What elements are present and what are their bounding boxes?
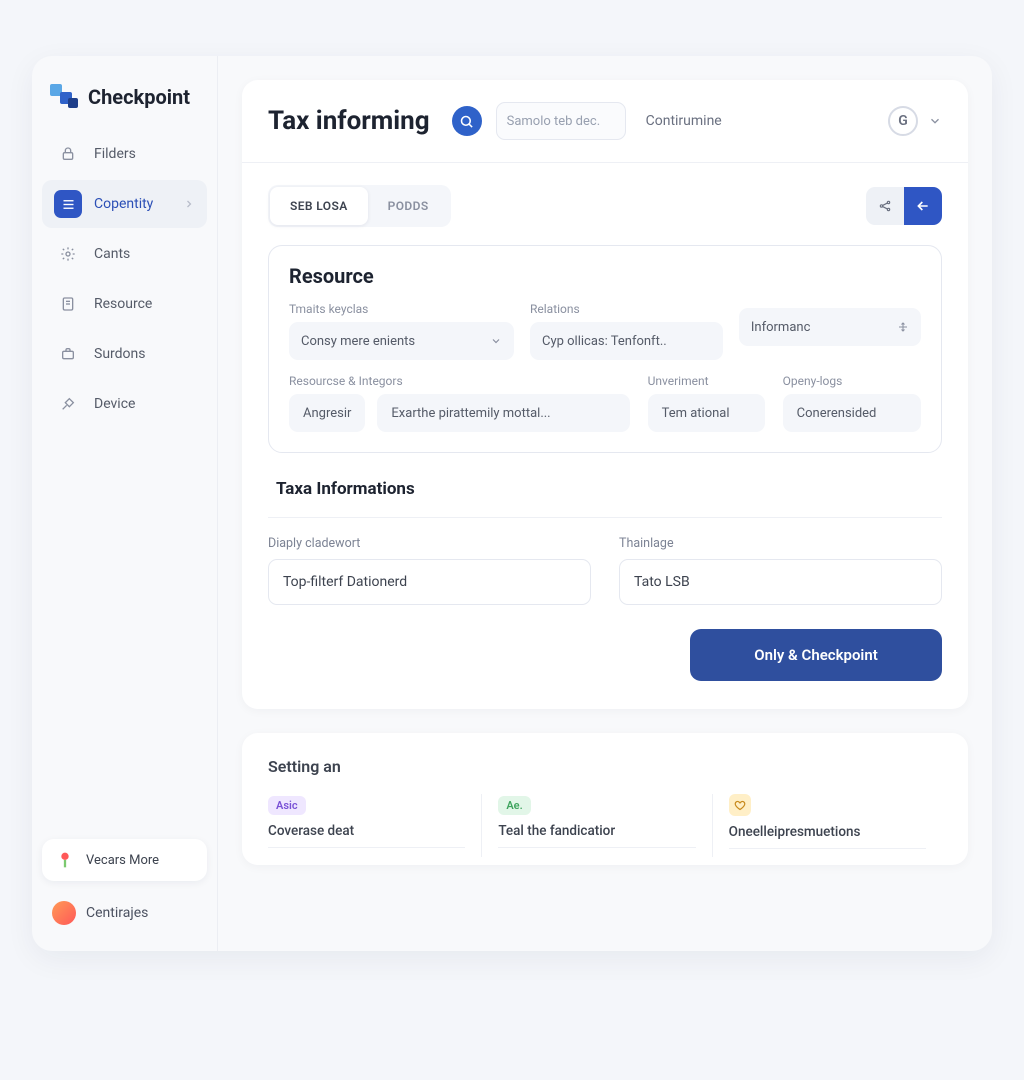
pin-icon	[54, 849, 76, 871]
user-profile[interactable]: Centirajes	[42, 895, 207, 931]
tab-podds[interactable]: PODDS	[368, 187, 449, 225]
field-label: Unveriment	[648, 374, 765, 388]
col-title: Coverase deat	[268, 823, 465, 839]
field-value: Cyp ollicas: Tenfonft..	[542, 334, 667, 349]
document-icon	[54, 290, 82, 318]
avatar-icon	[52, 901, 76, 925]
chip-tem-ational[interactable]: Tem ational	[648, 394, 765, 432]
search-button[interactable]	[452, 106, 482, 136]
section-title: Taxa Informations	[276, 479, 942, 499]
diaply-input[interactable]	[268, 559, 591, 605]
chevron-right-icon	[183, 198, 195, 210]
resource-panel: Resource Tmaits keyclas Consy mere enien…	[268, 245, 942, 453]
logo-mark-icon	[50, 84, 78, 110]
share-button[interactable]	[866, 187, 904, 225]
refresh-button[interactable]: G	[888, 106, 918, 136]
sidebar-item-label: Filders	[94, 146, 136, 162]
col-title: Teal the fandicatior	[498, 823, 695, 839]
field-value: Informanc	[751, 320, 811, 335]
chip-angresir[interactable]: Angresir	[289, 394, 365, 432]
settings-col-3: Oneelleipresmuetions	[712, 794, 942, 857]
badge: Asic	[268, 796, 306, 815]
sidebar-item-label: Resource	[94, 296, 152, 312]
chevron-down-icon	[490, 335, 502, 347]
relations-select[interactable]: Cyp ollicas: Tenfonft..	[530, 322, 723, 360]
lock-icon	[54, 140, 82, 168]
sidebar-item-device[interactable]: Device	[42, 380, 207, 428]
settings-col-1: Asic Coverase deat	[268, 794, 481, 857]
field-label: Tmaits keyclas	[289, 302, 514, 316]
divider	[268, 517, 942, 518]
page-title: Tax informing	[268, 106, 430, 136]
panel-title: Resource	[289, 264, 921, 288]
gear-icon	[54, 240, 82, 268]
sidebar-item-label: Copentity	[94, 196, 153, 212]
promo-text: Vecars More	[86, 853, 159, 868]
field-label: Diaply cladewort	[268, 536, 591, 551]
search-icon	[459, 114, 474, 129]
sidebar-item-filders[interactable]: Filders	[42, 130, 207, 178]
tab-seb-losa[interactable]: SEB LOSA	[270, 187, 368, 225]
settings-card: Setting an Asic Coverase deat Ae. Teal t…	[242, 733, 968, 865]
user-name: Centirajes	[86, 905, 148, 921]
card-body: SEB LOSA PODDS Resource	[242, 163, 968, 709]
card-header: Tax informing Samolo teb dec. Contirumin…	[242, 80, 968, 163]
list-icon	[54, 190, 82, 218]
back-button[interactable]	[904, 187, 942, 225]
chevron-down-icon[interactable]	[928, 114, 942, 128]
informanc-select[interactable]: Informanc	[739, 308, 921, 346]
sidebar: Checkpoint Filders Copentity	[32, 56, 218, 951]
move-icon	[897, 321, 909, 333]
brand-logo: Checkpoint	[42, 80, 207, 130]
field-value: Consy mere enients	[301, 334, 415, 349]
field-label: Relations	[530, 302, 723, 316]
sidebar-item-copentity[interactable]: Copentity	[42, 180, 207, 228]
tabs-row: SEB LOSA PODDS	[268, 185, 942, 227]
app-frame: Checkpoint Filders Copentity	[32, 56, 992, 951]
settings-col-2: Ae. Teal the fandicatior	[481, 794, 711, 857]
keyclass-select[interactable]: Consy mere enients	[289, 322, 514, 360]
search-placeholder: Samolo teb dec.	[507, 114, 601, 129]
header-link[interactable]: Contirumine	[646, 113, 722, 129]
sidebar-item-cants[interactable]: Cants	[42, 230, 207, 278]
sidebar-item-label: Surdons	[94, 346, 145, 362]
sidebar-item-resource[interactable]: Resource	[42, 280, 207, 328]
sidebar-nav: Filders Copentity Cants	[42, 130, 207, 428]
badge: Ae.	[498, 796, 530, 815]
field-label: Thainlage	[619, 536, 942, 551]
primary-card: Tax informing Samolo teb dec. Contirumin…	[242, 80, 968, 709]
sidebar-item-surdons[interactable]: Surdons	[42, 330, 207, 378]
brand-name: Checkpoint	[88, 85, 190, 109]
promo-card[interactable]: Vecars More	[42, 839, 207, 881]
sidebar-item-label: Cants	[94, 246, 130, 262]
settings-title: Setting an	[268, 757, 942, 776]
col-title: Oneelleipresmuetions	[729, 824, 926, 840]
chip-conerensided[interactable]: Conerensided	[783, 394, 921, 432]
main-content: Tax informing Samolo teb dec. Contirumin…	[218, 56, 992, 951]
tab-list: SEB LOSA PODDS	[268, 185, 451, 227]
heart-icon	[729, 794, 751, 816]
share-icon	[878, 199, 892, 213]
g-icon: G	[898, 113, 908, 129]
field-label: Resourcse & Integors	[289, 374, 630, 388]
chip-exarthe[interactable]: Exarthe pirattemily mottal...	[377, 394, 629, 432]
tool-icon	[54, 390, 82, 418]
field-label: Openy-logs	[783, 374, 921, 388]
sidebar-footer: Vecars More Centirajes	[42, 839, 207, 931]
tab-actions	[866, 187, 942, 225]
sidebar-item-label: Device	[94, 396, 135, 412]
briefcase-icon	[54, 340, 82, 368]
search-input[interactable]: Samolo teb dec.	[496, 102, 626, 140]
submit-button[interactable]: Only & Checkpoint	[690, 629, 942, 681]
arrow-left-icon	[915, 198, 931, 214]
thainlage-input[interactable]	[619, 559, 942, 605]
